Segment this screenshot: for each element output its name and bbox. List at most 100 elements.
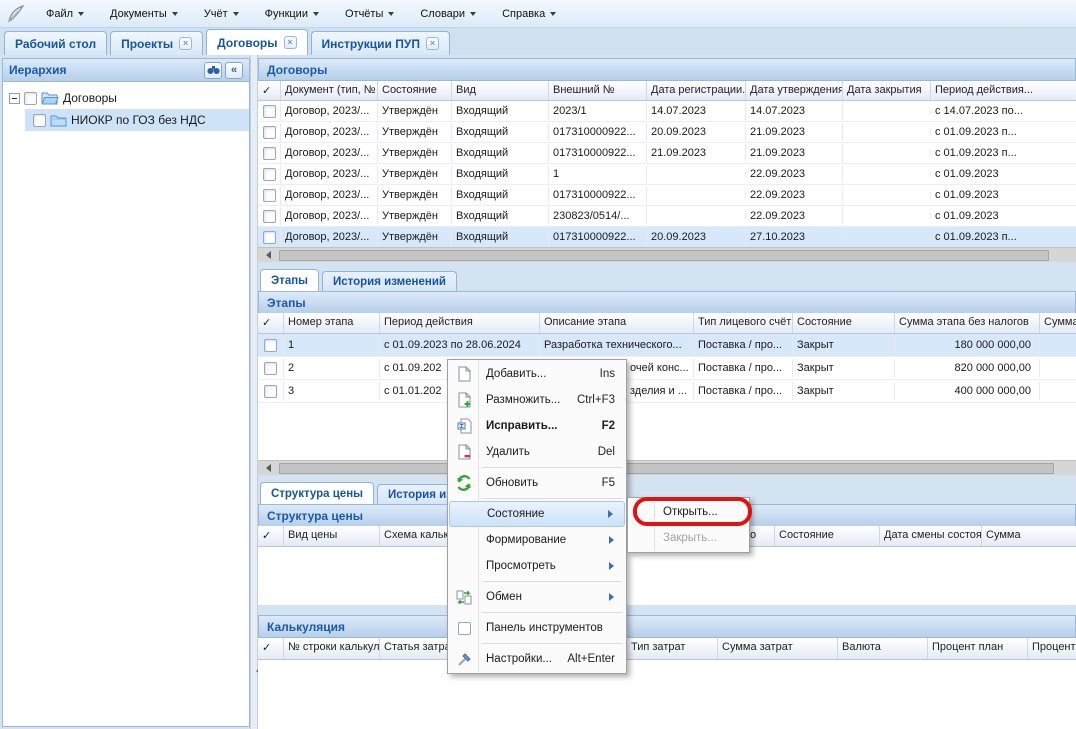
context-menu-item-settings[interactable]: Настройки... Alt+Enter	[449, 646, 625, 672]
column-state[interactable]: Состояние	[775, 526, 880, 546]
tab-pup-instructions[interactable]: Инструкции ПУП ×	[311, 31, 450, 55]
row-checkbox[interactable]	[263, 210, 276, 223]
context-menu-item-add[interactable]: Добавить... Ins	[449, 361, 625, 387]
red-annotation-circle	[633, 497, 752, 526]
row-checkbox[interactable]	[264, 339, 277, 352]
scrollbar-thumb[interactable]	[279, 250, 1049, 261]
row-checkbox[interactable]	[263, 168, 276, 181]
context-menu-item-exchange[interactable]: Обмен	[449, 584, 625, 610]
table-row[interactable]: Договор, 2023/...Утверждён Входящий01731…	[258, 122, 1076, 143]
tab-stages[interactable]: Этапы	[260, 269, 319, 291]
column-kind[interactable]: Вид	[452, 81, 549, 100]
tree-checkbox[interactable]	[33, 114, 46, 127]
context-menu-item-state[interactable]: Состояние	[449, 501, 625, 527]
table-row[interactable]: 3с 01.01.202 зделия и ...Поставка / про.…	[258, 380, 1076, 403]
scroll-left-arrow-icon[interactable]	[262, 464, 271, 472]
table-row-selected[interactable]: Договор, 2023/...Утверждён Входящий01731…	[258, 227, 1076, 248]
column-period[interactable]: Период действия	[380, 313, 540, 333]
tree-checkbox[interactable]	[24, 92, 37, 105]
column-stage-no[interactable]: Номер этапа	[284, 313, 380, 333]
column-currency[interactable]: Валюта	[838, 638, 928, 659]
column-state[interactable]: Состояние	[378, 81, 452, 100]
menu-dictionaries[interactable]: Словари	[410, 4, 486, 24]
tab-contracts[interactable]: Договоры×	[206, 29, 307, 55]
column-sum-no-tax[interactable]: Сумма этапа без налогов	[895, 313, 1040, 333]
column-reg-date[interactable]: Дата регистрации.	[647, 81, 746, 100]
collapse-expander-icon[interactable]	[9, 93, 20, 104]
row-checkbox[interactable]	[263, 231, 276, 244]
tree-node-niokr-label: НИОКР по ГОЗ без НДС	[71, 113, 206, 127]
column-check[interactable]: ✓	[258, 638, 284, 659]
row-checkbox[interactable]	[263, 147, 276, 160]
scroll-left-arrow-icon[interactable]	[262, 251, 271, 259]
table-row-selected[interactable]: 1с 01.09.2023 по 28.06.2024 Разработка т…	[258, 334, 1076, 357]
hierarchy-tree: Договоры НИОКР по ГОЗ без НДС	[3, 82, 249, 131]
table-row[interactable]: Договор, 2023/...Утверждён Входящий23082…	[258, 206, 1076, 227]
menu-functions[interactable]: Функции	[255, 4, 329, 24]
contracts-horizontal-scrollbar[interactable]	[258, 247, 1076, 262]
menu-accounting[interactable]: Учёт	[194, 4, 249, 24]
column-period[interactable]: Период действия...	[931, 81, 1076, 100]
column-document[interactable]: Документ (тип, №	[281, 81, 378, 100]
column-calc-line-no[interactable]: № строки калькул	[284, 638, 380, 659]
context-menu-item-forming[interactable]: Формирование	[449, 527, 625, 553]
column-external-no[interactable]: Внешний №	[549, 81, 647, 100]
column-approve-date[interactable]: Дата утверждения	[746, 81, 843, 100]
menu-documents[interactable]: Документы	[100, 4, 188, 24]
tree-node-niokr[interactable]: НИОКР по ГОЗ без НДС	[25, 109, 249, 131]
close-icon[interactable]: ×	[284, 36, 297, 49]
column-price-kind[interactable]: Вид цены	[284, 526, 380, 546]
tab-desktop[interactable]: Рабочий стол	[4, 31, 107, 55]
table-row[interactable]: Договор, 2023/...Утверждён Входящий01731…	[258, 143, 1076, 164]
column-sum[interactable]: Сумма	[982, 526, 1076, 546]
tree-node-contracts[interactable]: Договоры	[3, 87, 249, 109]
close-icon[interactable]: ×	[179, 37, 192, 50]
row-checkbox[interactable]	[264, 362, 277, 375]
context-menu-item-edit[interactable]: Исправить... F2	[449, 413, 625, 439]
tab-price-structure[interactable]: Структура цены	[260, 482, 374, 504]
close-icon[interactable]: ×	[426, 37, 439, 50]
tab-projects[interactable]: Проекты×	[110, 31, 203, 55]
column-close-date[interactable]: Дата закрытия	[843, 81, 931, 100]
row-checkbox[interactable]	[263, 126, 276, 139]
column-state[interactable]: Состояние	[793, 313, 895, 333]
context-menu-item-duplicate[interactable]: Размножить... Ctrl+F3	[449, 387, 625, 413]
scrollbar-thumb[interactable]	[279, 463, 1054, 474]
stages-horizontal-scrollbar[interactable]	[258, 460, 1076, 475]
context-menu-item-delete[interactable]: Удалить Del	[449, 439, 625, 465]
collapse-panel-button[interactable]: «	[225, 62, 243, 79]
column-percent-fact[interactable]: Процент ф	[1028, 638, 1076, 659]
context-menu: Добавить... Ins Размножить... Ctrl+F3 Ис…	[447, 359, 627, 674]
menu-reports[interactable]: Отчёты	[335, 4, 404, 24]
table-row[interactable]: Договор, 2023/...Утверждён Входящий1 22.…	[258, 164, 1076, 185]
table-row[interactable]: Договор, 2023/...Утверждён Входящий2023/…	[258, 101, 1076, 122]
column-account-type[interactable]: Тип лицевого счёт	[694, 313, 793, 333]
row-checkbox[interactable]	[264, 385, 277, 398]
submenu-item-close[interactable]: Закрыть...	[629, 525, 748, 551]
panel-splitter[interactable]	[250, 55, 258, 729]
column-description[interactable]: Описание этапа	[540, 313, 694, 333]
menu-file[interactable]: Файл	[36, 4, 94, 24]
row-checkbox[interactable]	[263, 105, 276, 118]
column-check[interactable]: ✓	[258, 81, 281, 100]
menu-reports-label: Отчёты	[345, 8, 383, 20]
menu-help[interactable]: Справка	[492, 4, 566, 24]
row-checkbox[interactable]	[263, 189, 276, 202]
context-menu-item-view[interactable]: Просмотреть	[449, 553, 625, 579]
column-cost-sum[interactable]: Сумма затрат	[718, 638, 838, 659]
column-check[interactable]: ✓	[258, 526, 284, 546]
context-menu-item-toolbar[interactable]: Панель инструментов	[449, 615, 625, 641]
tab-pup-instructions-label: Инструкции ПУП	[322, 37, 420, 51]
tab-change-history[interactable]: История изменений	[322, 271, 457, 291]
column-percent-plan[interactable]: Процент план	[928, 638, 1028, 659]
table-row[interactable]: 2с 01.09.202 очей конс...Поставка / про.…	[258, 357, 1076, 380]
chevron-down-icon	[172, 12, 178, 19]
column-state-change-date[interactable]: Дата смены состоя	[880, 526, 982, 546]
column-check[interactable]: ✓	[258, 313, 284, 333]
column-cost-type[interactable]: Тип затрат	[627, 638, 718, 659]
context-menu-item-refresh[interactable]: Обновить F5	[449, 470, 625, 496]
search-binoculars-button[interactable]	[204, 62, 222, 79]
column-sum[interactable]: Сумма	[1040, 313, 1076, 333]
table-row[interactable]: Договор, 2023/...Утверждён Входящий01731…	[258, 185, 1076, 206]
toolbar-checkbox[interactable]	[454, 622, 474, 635]
